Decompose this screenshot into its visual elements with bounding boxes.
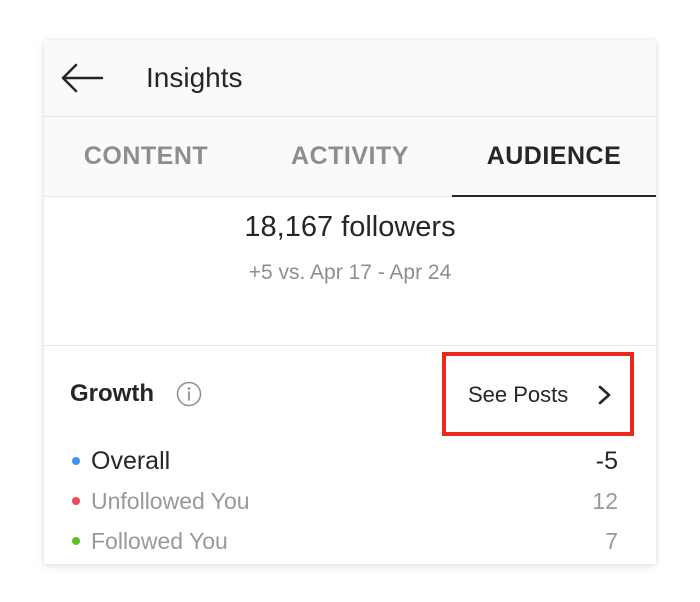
followers-delta: +5 vs. Apr 17 - Apr 24 (248, 261, 452, 284)
followed-dot (72, 537, 80, 545)
page-title: Insights (146, 62, 243, 93)
growth-row-followed: Followed You 7 (44, 526, 656, 562)
growth-row-label: Overall (91, 447, 171, 475)
unfollowed-dot (72, 497, 80, 505)
tab-audience[interactable]: AUDIENCE (452, 117, 656, 197)
growth-title: Growth (70, 380, 154, 407)
chevron-right-icon (598, 385, 611, 405)
followers-count: 18,167 followers (244, 211, 456, 243)
insights-tabs: CONTENT ACTIVITY AUDIENCE (44, 117, 656, 197)
growth-row-label: Followed You (91, 528, 228, 554)
growth-row-unfollowed: Unfollowed You 12 (44, 486, 656, 522)
growth-row-overall: Overall -5 (44, 445, 656, 481)
growth-row-value: 12 (592, 488, 618, 514)
see-posts-button[interactable]: See Posts (442, 352, 634, 436)
followers-summary: 18,167 followers +5 vs. Apr 17 - Apr 24 (44, 197, 656, 346)
tab-content[interactable]: CONTENT (44, 117, 248, 196)
growth-row-value: -5 (595, 447, 618, 475)
growth-row-value: 7 (605, 528, 618, 554)
arrow-left-icon (61, 63, 104, 93)
back-button[interactable] (58, 54, 106, 102)
app-header: Insights (44, 40, 656, 117)
overall-dot (72, 457, 80, 465)
tab-activity[interactable]: ACTIVITY (248, 117, 452, 196)
see-posts-label: See Posts (468, 382, 569, 407)
insights-card: Insights CONTENT ACTIVITY AUDIENCE 18,16… (44, 40, 656, 564)
info-icon[interactable] (176, 381, 202, 407)
growth-row-label: Unfollowed You (91, 488, 250, 514)
